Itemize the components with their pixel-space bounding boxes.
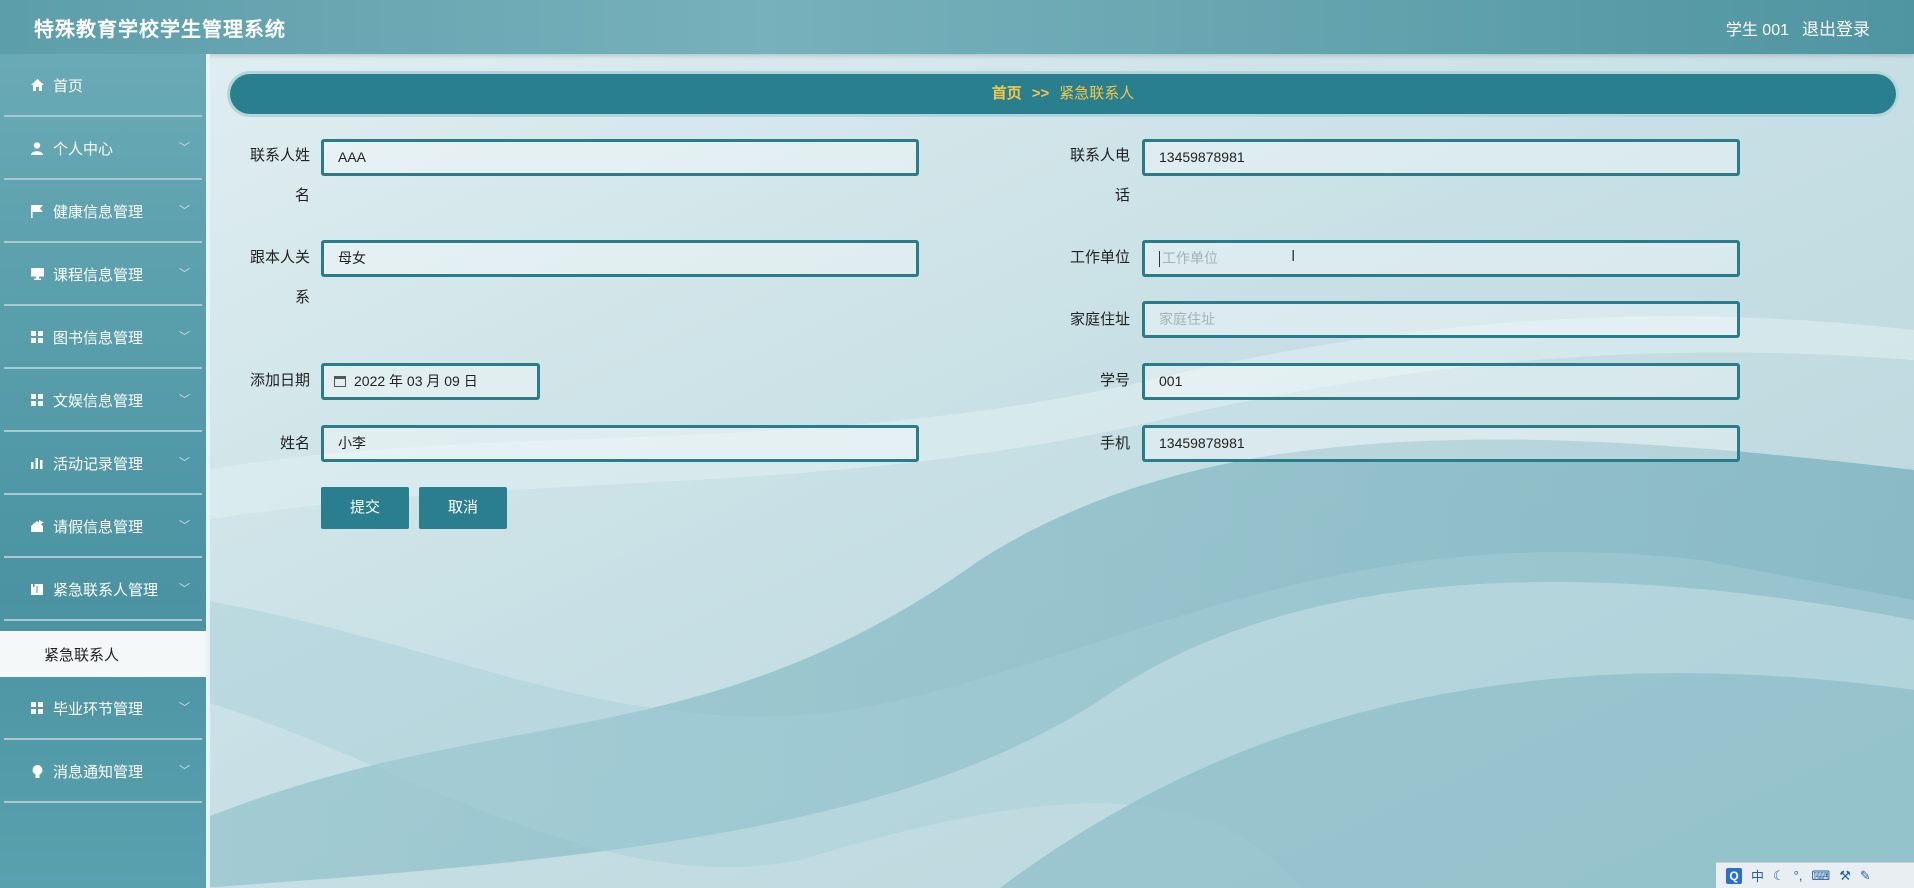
mobile-field[interactable]: 13459878981: [1142, 425, 1740, 462]
ime-toolbar: Q 中 ☾ °, ⌨ ⚒ ✎: [1716, 862, 1914, 888]
chevron-down-icon: ﹀: [179, 394, 190, 406]
student-no-label: 学号: [1099, 372, 1130, 389]
home-address-label: 家庭住址: [1069, 311, 1130, 328]
grid-icon: [30, 393, 44, 407]
sidebar-item-label: 图书信息管理: [53, 330, 144, 347]
home-address-field[interactable]: 家庭住址: [1142, 301, 1740, 338]
sidebar-item-books[interactable]: 图书信息管理 ﹀: [4, 306, 202, 369]
chevron-down-icon: ﹀: [179, 142, 190, 154]
mobile-label: 手机: [1099, 435, 1130, 452]
sidebar-item-graduation[interactable]: 毕业环节管理 ﹀: [4, 677, 202, 740]
add-date-label: 添加日期: [249, 372, 310, 389]
sidebar-item-label: 毕业环节管理: [53, 701, 144, 718]
i-beam-cursor-icon: I: [1291, 248, 1296, 265]
bar-chart-icon: [30, 456, 44, 470]
contact-phone-label: 联系人电话: [1069, 147, 1130, 204]
bulb-icon: [30, 764, 44, 778]
chevron-down-icon: ﹀: [179, 765, 190, 777]
sidebar-item-label: 首页: [53, 78, 84, 95]
sidebar-item-label: 请假信息管理: [53, 519, 144, 536]
punct-icon[interactable]: °,: [1794, 868, 1803, 883]
flag-icon: [30, 204, 44, 218]
wrench-icon[interactable]: ✎: [1860, 868, 1871, 884]
add-date-value: 2022 年 03 月 09 日: [354, 373, 478, 389]
sidebar-item-label: 个人中心: [53, 141, 114, 158]
logout-link[interactable]: 退出登录: [1802, 15, 1870, 40]
current-user: 学生 001: [1725, 22, 1789, 39]
sidebar-item-entertainment[interactable]: 文娱信息管理 ﹀: [4, 369, 202, 432]
chevron-down-icon: ﹀: [179, 205, 190, 217]
name-label: 姓名: [279, 435, 310, 452]
sidebar-subitem-label: 紧急联系人: [44, 647, 120, 664]
sidebar-item-course[interactable]: 课程信息管理 ﹀: [4, 243, 202, 306]
name-field[interactable]: 小李: [321, 425, 919, 462]
add-date-field[interactable]: 2022 年 03 月 09 日: [321, 363, 540, 400]
sidebar-item-health[interactable]: 健康信息管理 ﹀: [4, 180, 202, 243]
top-header: 特殊教育学校学生管理系统 学生 001 退出登录: [0, 0, 1914, 54]
cancel-button[interactable]: 取消: [419, 487, 507, 529]
tool-icon[interactable]: ⚒: [1839, 868, 1851, 884]
sidebar: 首页 个人中心 ﹀ 健康信息管理 ﹀ 课程信息管理 ﹀ 图书信息管理 ﹀ 文娱信…: [0, 54, 210, 888]
sidebar-item-label: 文娱信息管理: [53, 393, 144, 410]
breadcrumb-home[interactable]: 首页: [992, 85, 1022, 102]
work-unit-field[interactable]: 工作单位: [1142, 240, 1740, 277]
sidebar-item-label: 活动记录管理: [53, 456, 144, 473]
sidebar-item-notifications[interactable]: 消息通知管理 ﹀: [4, 740, 202, 803]
book-icon: [30, 582, 44, 596]
user-icon: [30, 141, 44, 155]
sidebar-item-home[interactable]: 首页: [4, 54, 202, 117]
grid-icon: [30, 701, 44, 715]
text-caret: [1159, 251, 1160, 268]
ime-logo-icon[interactable]: Q: [1726, 867, 1742, 884]
breadcrumb-current: 紧急联系人: [1059, 85, 1135, 102]
sidebar-item-label: 健康信息管理: [53, 204, 144, 221]
contact-phone-field[interactable]: 13459878981: [1142, 139, 1740, 176]
home-share-icon: [30, 519, 44, 533]
sidebar-item-personal-center[interactable]: 个人中心 ﹀: [4, 117, 202, 180]
sidebar-subitem-emergency-contact[interactable]: 紧急联系人: [0, 631, 206, 677]
work-unit-label: 工作单位: [1069, 249, 1130, 266]
monitor-icon: [30, 267, 44, 281]
chevron-down-icon: ﹀: [179, 457, 190, 469]
sidebar-item-emergency-contacts[interactable]: 紧急联系人管理 ﹀: [4, 558, 202, 621]
sidebar-item-label: 课程信息管理: [53, 267, 144, 284]
chevron-down-icon: ﹀: [179, 268, 190, 280]
chevron-down-icon: ﹀: [179, 583, 190, 595]
chevron-down-icon: ﹀: [179, 520, 190, 532]
relation-label: 跟本人关系: [249, 249, 310, 306]
submit-button[interactable]: 提交: [321, 487, 409, 529]
ime-language-toggle[interactable]: 中: [1751, 866, 1764, 885]
relation-field[interactable]: 母女: [321, 240, 919, 277]
sidebar-item-activity[interactable]: 活动记录管理 ﹀: [4, 432, 202, 495]
chevron-down-icon: ﹀: [179, 331, 190, 343]
calendar-icon: [334, 376, 346, 387]
keyboard-icon[interactable]: ⌨: [1811, 868, 1830, 884]
moon-icon[interactable]: ☾: [1773, 868, 1785, 884]
student-no-field[interactable]: 001: [1142, 363, 1740, 400]
breadcrumb-separator: >>: [1031, 85, 1050, 102]
app-title: 特殊教育学校学生管理系统: [34, 17, 286, 41]
work-unit-placeholder: 工作单位: [1162, 250, 1218, 266]
contact-name-field[interactable]: AAA: [321, 139, 919, 176]
grid-icon: [30, 330, 44, 344]
sidebar-item-label: 消息通知管理: [53, 764, 144, 781]
chevron-down-icon: ﹀: [179, 702, 190, 714]
contact-name-label: 联系人姓名: [249, 147, 310, 204]
breadcrumb: 首页 >> 紧急联系人: [230, 74, 1896, 114]
home-icon: [30, 78, 44, 92]
sidebar-item-label: 紧急联系人管理: [53, 582, 159, 599]
sidebar-item-leave[interactable]: 请假信息管理 ﹀: [4, 495, 202, 558]
